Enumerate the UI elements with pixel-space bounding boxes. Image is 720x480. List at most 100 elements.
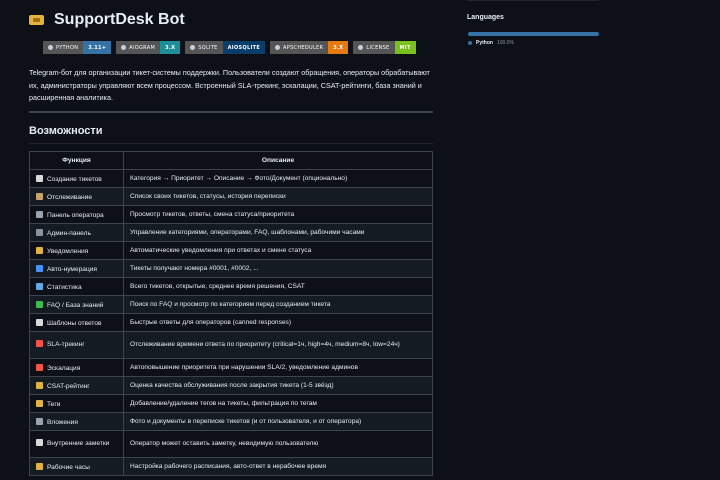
description: Telegram-бот для организации тикет-систе… <box>29 68 430 102</box>
feature-name: Теги <box>47 400 61 408</box>
badge-label: SQLITE <box>185 41 223 54</box>
feature-description: Оценка качества обслуживания после закры… <box>123 376 433 395</box>
table-row: Создание тикетов Категория → Приоритет → … <box>29 169 433 188</box>
badge-value: AIOSQLITE <box>222 41 266 54</box>
badge-logo-icon <box>275 45 281 50</box>
feature-cell: Создание тикетов <box>29 169 124 188</box>
sidebar-divider <box>467 0 599 1</box>
feature-cell: Статистика <box>29 277 124 296</box>
feature-cell: Уведомления <box>29 241 124 260</box>
badge-apscheduler[interactable]: APSCHEDULER 3.X <box>270 41 349 54</box>
feature-description: Тикеты получают номера #0001, #0002, ... <box>123 259 433 278</box>
table-row: SLA-трекинг Отслеживание времени ответа п… <box>29 331 433 359</box>
feature-name: Админ-панель <box>47 229 91 237</box>
feature-cell: FAQ / База знаний <box>29 295 124 314</box>
table-row: CSAT-рейтинг Оценка качества обслуживания… <box>29 376 433 395</box>
feature-cell: Теги <box>29 394 124 413</box>
badge-license[interactable]: LICENSE MIT <box>353 41 416 54</box>
languages-heading[interactable]: Languages <box>467 14 504 21</box>
feature-description: Автоповышение приоритета при нарушении S… <box>123 358 433 377</box>
feature-description: Настройка рабочего расписания, авто-отве… <box>123 457 433 476</box>
table-header-row: Функция Описание <box>29 151 433 170</box>
feature-description: Быстрые ответы для операторов (canned re… <box>123 313 433 332</box>
features-table: Функция Описание Создание тикетов Категор… <box>29 151 433 476</box>
language-percent: 100.0% <box>496 40 514 46</box>
table-row: FAQ / База знаний Поиск по FAQ и просмотр… <box>29 295 433 314</box>
table-row: Шаблоны ответов Быстрые ответы для операт… <box>29 313 433 332</box>
memo-icon <box>36 174 43 182</box>
numbers-icon <box>36 264 43 272</box>
language-bar <box>468 32 599 36</box>
badge-logo-icon <box>48 45 53 50</box>
badge-label: AIOGRAM <box>116 41 161 54</box>
feature-cell: Панель оператора <box>29 205 124 224</box>
page-icon <box>36 318 43 326</box>
alarm-icon <box>36 340 43 347</box>
feature-cell: Админ-панель <box>29 223 124 242</box>
feature-description: Просмотр тикетов, ответы, смена статуса/… <box>123 205 433 224</box>
feature-name: Панель оператора <box>47 211 104 219</box>
feature-name: FAQ / База знаний <box>47 301 104 309</box>
divider <box>29 111 433 113</box>
feature-description: Автоматические уведомления при ответах и… <box>123 241 433 260</box>
feature-description: Фото и документы в переписке тикетов (и … <box>123 412 433 431</box>
table-row: Внутренние заметки Оператор может оставит… <box>29 430 433 458</box>
clock-icon <box>36 462 43 470</box>
title-row: SupportDesk Bot <box>29 9 185 31</box>
badge-value: 3.X <box>328 41 349 54</box>
feature-description: Управление категориями, операторами, FAQ… <box>123 223 433 242</box>
language-color-dot <box>468 41 472 45</box>
feature-cell: Вложения <box>29 412 124 431</box>
badge-logo-icon <box>121 45 127 50</box>
badge-label-text: LICENSE <box>366 44 390 51</box>
gear-icon <box>36 228 43 236</box>
badge-value: 3.11+ <box>83 41 112 54</box>
feature-cell: Авто-нумерация <box>29 259 124 278</box>
feature-name: SLA-трекинг <box>47 341 85 348</box>
language-item[interactable]: Python 100.0% <box>468 40 514 46</box>
badge-label-text: PYTHON <box>56 44 79 51</box>
feature-cell: Эскалация <box>29 358 124 377</box>
badge-label: PYTHON <box>43 41 84 54</box>
table-row: Теги Добавление/удаление тегов на тикеты,… <box>29 394 433 413</box>
badge-value: MIT <box>394 41 416 54</box>
badge-label: LICENSE <box>353 41 395 54</box>
feature-name: Отслеживание <box>47 193 92 201</box>
books-icon <box>36 300 43 308</box>
star-icon <box>36 381 43 389</box>
feature-cell: CSAT-рейтинг <box>29 376 124 395</box>
feature-name: Внутренние заметки <box>47 440 110 447</box>
feature-name: Шаблоны ответов <box>47 319 102 327</box>
badge-aiogram[interactable]: AIOGRAM 3.X <box>116 41 181 54</box>
feature-description: Поиск по FAQ и просмотр по категориям пе… <box>123 295 433 314</box>
badge-python[interactable]: PYTHON 3.11+ <box>43 41 112 54</box>
badge-sqlite[interactable]: SQLITE AIOSQLITE <box>185 41 266 54</box>
feature-name: Эскалация <box>47 364 81 372</box>
ticket-icon <box>29 15 44 25</box>
feature-description: Добавление/удаление тегов на тикеты, фил… <box>123 394 433 413</box>
language-name: Python <box>476 40 493 46</box>
badge-label-text: SQLITE <box>198 44 218 51</box>
feature-cell: Отслеживание <box>29 187 124 206</box>
table-row: Рабочие часы Настройка рабочего расписани… <box>29 457 433 476</box>
features-heading: Возможности <box>29 125 103 137</box>
bell-icon <box>36 246 43 254</box>
feature-name: CSAT-рейтинг <box>47 382 90 390</box>
feature-description: Оператор может оставить заметку, невидим… <box>123 430 433 458</box>
feature-name: Создание тикетов <box>47 175 102 183</box>
feature-name: Рабочие часы <box>47 463 90 471</box>
tools-icon <box>36 210 43 218</box>
feature-name: Авто-нумерация <box>47 265 97 273</box>
table-row: Панель оператора Просмотр тикетов, ответы… <box>29 205 433 224</box>
table-row: Отслеживание Список своих тикетов, статус… <box>29 187 433 206</box>
tag-icon <box>36 399 43 407</box>
bar-chart-icon <box>36 282 43 290</box>
table-row: Авто-нумерация Тикеты получают номера #00… <box>29 259 433 278</box>
badge-logo-icon <box>358 45 364 50</box>
table-row: Уведомления Автоматические уведомления пр… <box>29 241 433 260</box>
feature-name: Вложения <box>47 418 78 426</box>
page-title: SupportDesk Bot <box>54 11 185 28</box>
feature-cell: Шаблоны ответов <box>29 313 124 332</box>
feature-cell: Внутренние заметки <box>29 430 124 458</box>
header-description: Описание <box>123 151 433 170</box>
